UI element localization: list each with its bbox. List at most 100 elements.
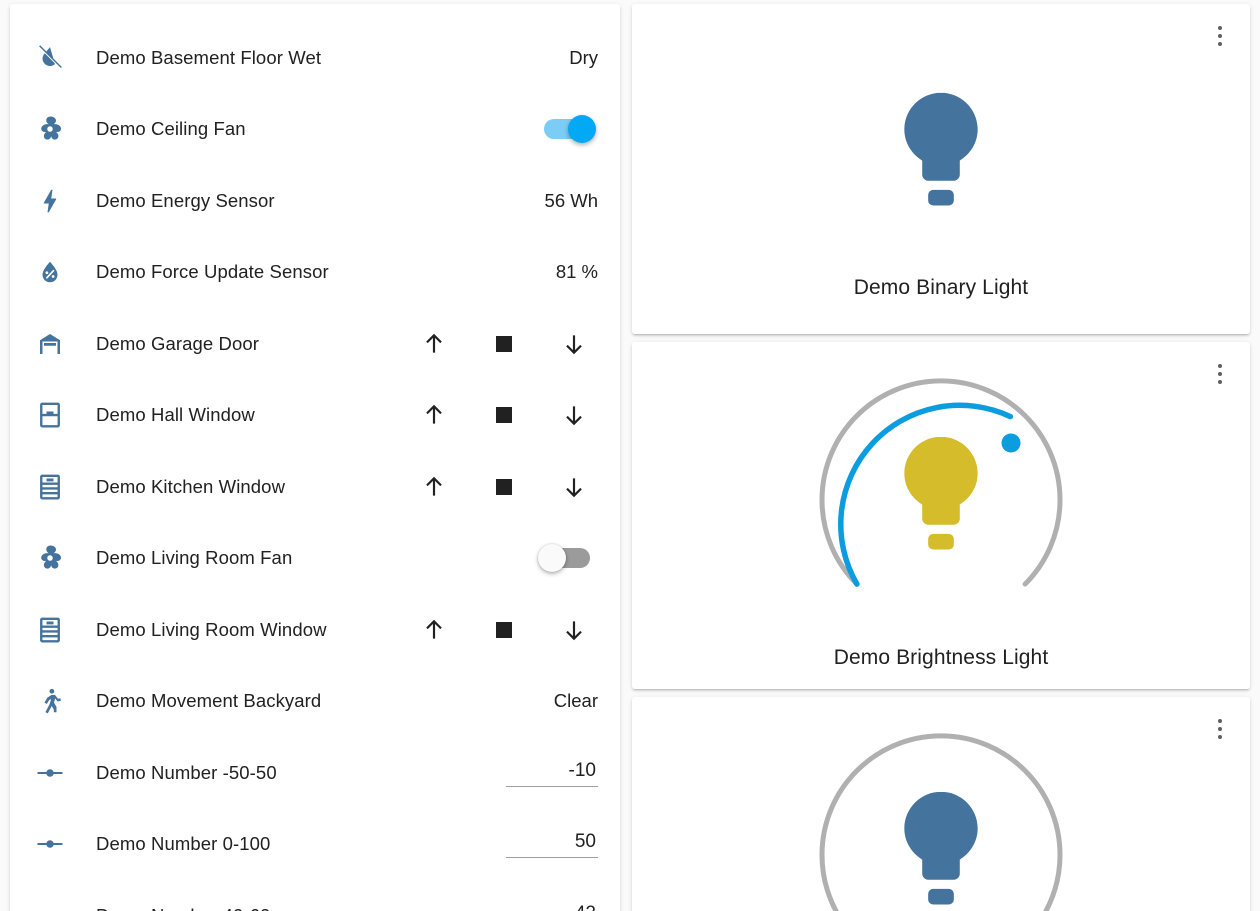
- open-cover-arrow-up-icon[interactable]: [414, 467, 454, 507]
- ray-vertex-slider-icon: [30, 901, 70, 911]
- close-cover-arrow-down-icon[interactable]: [554, 467, 594, 507]
- fan-icon: [30, 543, 70, 573]
- entity-name: Demo Number -50-50: [96, 761, 277, 783]
- toggle-thumb: [568, 115, 596, 144]
- entity-row[interactable]: Demo Living Room Window: [30, 594, 600, 666]
- entity-row[interactable]: Demo Number -50-50: [30, 737, 600, 809]
- toggle-switch-living-room-fan[interactable]: [536, 541, 598, 575]
- lightbulb-icon: [904, 92, 978, 206]
- more-vertical-icon[interactable]: [1200, 16, 1240, 56]
- dot: [1218, 719, 1222, 723]
- open-cover-arrow-up-icon[interactable]: [414, 395, 454, 435]
- open-cover-arrow-up-icon[interactable]: [414, 610, 454, 650]
- ray-vertex-slider-icon: [30, 829, 70, 859]
- home-assistant-dashboard: Demo Basement Floor Wet Dry Demo Ceiling…: [0, 0, 1260, 911]
- light-card-binary[interactable]: Demo Binary Light: [632, 4, 1250, 334]
- entity-row[interactable]: Demo Hall Window: [30, 380, 600, 452]
- stop-cover-square-icon[interactable]: [484, 395, 524, 435]
- dot: [1218, 372, 1222, 376]
- close-cover-arrow-down-icon[interactable]: [554, 324, 594, 364]
- entity-state: Clear: [553, 690, 598, 712]
- light-card-brightness[interactable]: Demo Brightness Light: [632, 342, 1250, 689]
- entity-state: 56 Wh: [544, 189, 598, 211]
- entity-row[interactable]: Demo Kitchen Window: [30, 451, 600, 523]
- close-cover-arrow-down-icon[interactable]: [554, 395, 594, 435]
- dot: [1218, 26, 1222, 30]
- dot: [1218, 34, 1222, 38]
- light-toggle-area[interactable]: [851, 66, 1031, 246]
- entity-name: Demo Number 40-60: [70, 905, 506, 911]
- cover-controls: [414, 395, 600, 435]
- lightbulb-icon: [904, 436, 978, 550]
- brightness-slider[interactable]: [811, 725, 1071, 911]
- water-off-icon: [30, 43, 70, 73]
- ray-vertex-slider-icon: [30, 758, 70, 788]
- card-body: Demo Binary Light: [632, 4, 1250, 300]
- entity-name: Demo Garage Door: [96, 332, 260, 354]
- cover-controls: [414, 467, 600, 507]
- light-cards-column: Demo Binary Light Demo Brightness Light: [632, 4, 1250, 911]
- card-body: Demo Brightness Light: [632, 342, 1250, 670]
- toggle-switch-ceiling-fan[interactable]: [536, 112, 598, 146]
- entity-name: Demo Energy Sensor: [96, 189, 275, 211]
- brightness-slider[interactable]: [811, 370, 1071, 630]
- window-shutter-half-icon: [30, 400, 70, 430]
- entity-state: 81 %: [555, 261, 598, 283]
- toggle-thumb: [538, 544, 566, 573]
- window-shutter-icon: [30, 472, 70, 502]
- dot: [1218, 42, 1222, 46]
- close-cover-arrow-down-icon[interactable]: [554, 610, 594, 650]
- entity-row[interactable]: Demo Ceiling Fan: [30, 94, 600, 166]
- entities-card: Demo Basement Floor Wet Dry Demo Ceiling…: [10, 4, 620, 911]
- water-percent-icon: [30, 257, 70, 287]
- entity-row[interactable]: Demo Garage Door: [30, 308, 600, 380]
- dot: [1218, 735, 1222, 739]
- light-card-third[interactable]: [632, 697, 1250, 911]
- more-vertical-icon[interactable]: [1200, 709, 1240, 749]
- lightbulb-icon: [904, 791, 978, 905]
- stop-square: [496, 621, 512, 638]
- open-cover-arrow-up-icon[interactable]: [414, 324, 454, 364]
- dot: [1218, 364, 1222, 368]
- entity-row[interactable]: Demo Force Update Sensor 81 %: [30, 237, 600, 309]
- lightning-bolt-icon: [30, 186, 70, 216]
- entity-row[interactable]: Demo Basement Floor Wet Dry: [30, 22, 600, 94]
- entity-row[interactable]: Demo Energy Sensor 56 Wh: [30, 165, 600, 237]
- stop-cover-square-icon[interactable]: [484, 610, 524, 650]
- entity-name: Demo Force Update Sensor: [96, 261, 329, 283]
- entity-name: Demo Movement Backyard: [96, 690, 322, 712]
- garage-icon: [30, 329, 70, 359]
- entity-name: Demo Living Room Fan: [96, 547, 293, 569]
- card-body: [632, 697, 1250, 911]
- entity-row[interactable]: Demo Number 0-100: [30, 809, 600, 881]
- entity-name: Demo Kitchen Window: [96, 475, 286, 497]
- entities-list: Demo Basement Floor Wet Dry Demo Ceiling…: [10, 4, 620, 911]
- fan-icon: [30, 114, 70, 144]
- entity-name: Demo Number 0-100: [96, 833, 271, 855]
- cover-controls: [414, 610, 600, 650]
- walk-motion-icon: [30, 686, 70, 716]
- dot: [1218, 727, 1222, 731]
- stop-cover-square-icon[interactable]: [484, 467, 524, 507]
- stop-square: [496, 335, 512, 352]
- stop-cover-square-icon[interactable]: [484, 324, 524, 364]
- entity-row[interactable]: Demo Number 40-60: [30, 880, 600, 911]
- entity-name: Demo Living Room Window: [96, 618, 327, 640]
- ring-handle[interactable]: [1001, 433, 1021, 453]
- number-input-40-60[interactable]: [506, 901, 598, 911]
- dot: [1218, 380, 1222, 384]
- entity-state: Dry: [569, 46, 598, 68]
- card-title: Demo Binary Light: [853, 276, 1029, 299]
- cover-controls: [414, 324, 600, 364]
- entity-name: Demo Basement Floor Wet: [96, 46, 322, 68]
- more-vertical-icon[interactable]: [1200, 354, 1240, 394]
- stop-square: [496, 407, 512, 424]
- number-input-0-100[interactable]: [506, 830, 598, 859]
- entity-row[interactable]: Demo Living Room Fan: [30, 523, 600, 595]
- stop-square: [496, 478, 512, 495]
- card-title: Demo Brightness Light: [833, 646, 1049, 669]
- entity-name: Demo Ceiling Fan: [96, 118, 246, 140]
- entity-row[interactable]: Demo Movement Backyard Clear: [30, 666, 600, 738]
- window-shutter-icon: [30, 615, 70, 645]
- number-input-minus50-50[interactable]: [506, 758, 598, 787]
